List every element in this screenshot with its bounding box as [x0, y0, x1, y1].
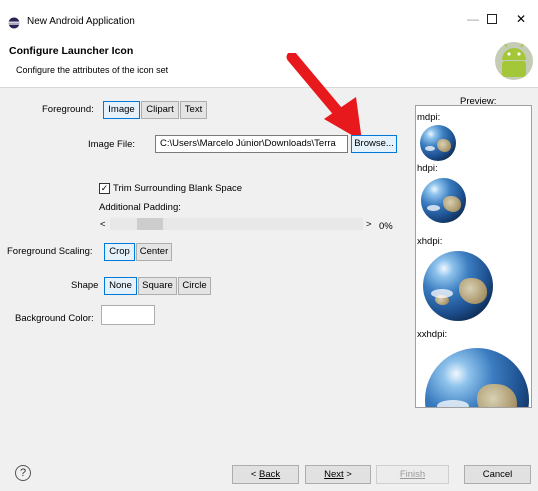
- next-suffix: >: [343, 469, 352, 480]
- maximize-icon: [487, 14, 497, 24]
- foreground-image-button[interactable]: Image: [103, 101, 140, 119]
- next-label: Next: [324, 469, 344, 480]
- wizard-header: Configure Launcher Icon Configure the at…: [0, 34, 538, 88]
- preview-xxhdpi-label: xxhdpi:: [417, 329, 448, 340]
- shape-label: Shape: [71, 280, 99, 291]
- background-color-label: Background Color:: [15, 313, 94, 324]
- new-android-application-window: New Android Application — ✕ Configure La…: [0, 0, 538, 491]
- preview-panel: mdpi: hdpi: xhdpi: xxhdpi:: [415, 105, 532, 408]
- android-logo-icon: [495, 42, 533, 80]
- foreground-scaling-label: Foreground Scaling:: [7, 246, 93, 257]
- trim-checkbox[interactable]: ✓: [99, 183, 110, 194]
- image-file-label: Image File:: [88, 139, 135, 150]
- shape-square-button[interactable]: Square: [138, 277, 177, 295]
- back-label: Back: [259, 469, 281, 480]
- padding-slider-thumb[interactable]: [137, 218, 163, 230]
- red-arrow-icon: [286, 53, 362, 141]
- slider-right-arrow[interactable]: >: [366, 219, 372, 230]
- window-title: New Android Application: [27, 16, 135, 27]
- eclipse-icon: [8, 17, 20, 29]
- trim-checkbox-label: Trim Surrounding Blank Space: [113, 183, 243, 194]
- foreground-text-button[interactable]: Text: [180, 101, 207, 119]
- additional-padding-label: Additional Padding:: [99, 202, 181, 213]
- maximize-button[interactable]: [474, 10, 510, 28]
- slider-left-arrow[interactable]: <: [100, 219, 106, 230]
- preview-xhdpi-label: xhdpi:: [417, 236, 443, 247]
- shape-circle-button[interactable]: Circle: [178, 277, 211, 295]
- finish-button[interactable]: Finish: [376, 465, 449, 484]
- preview-xxhdpi-icon: [425, 348, 529, 407]
- finish-label: Finish: [399, 469, 426, 480]
- foreground-label: Foreground:: [42, 104, 94, 115]
- preview-mdpi-icon: [420, 125, 456, 161]
- browse-button[interactable]: Browse...: [351, 135, 397, 153]
- cancel-button[interactable]: Cancel: [464, 465, 531, 484]
- title-bar: New Android Application — ✕: [0, 0, 538, 34]
- back-prefix: <: [250, 469, 260, 480]
- page-subtitle: Configure the attributes of the icon set: [16, 65, 169, 75]
- back-button[interactable]: < Back: [232, 465, 299, 484]
- help-icon[interactable]: ?: [15, 465, 31, 481]
- close-button[interactable]: ✕: [506, 10, 536, 28]
- preview-hdpi-label: hdpi:: [417, 163, 438, 174]
- preview-xhdpi-icon: [423, 251, 493, 321]
- preview-hdpi-icon: [421, 178, 466, 223]
- foreground-clipart-button[interactable]: Clipart: [141, 101, 179, 119]
- next-button[interactable]: Next >: [305, 465, 371, 484]
- scaling-center-button[interactable]: Center: [136, 243, 172, 261]
- preview-mdpi-label: mdpi:: [417, 112, 441, 123]
- shape-none-button[interactable]: None: [104, 277, 137, 295]
- background-color-swatch[interactable]: [101, 305, 155, 325]
- padding-value: 0%: [379, 221, 393, 232]
- scaling-crop-button[interactable]: Crop: [104, 243, 135, 261]
- image-file-input[interactable]: C:\Users\Marcelo Júnior\Downloads\Terra: [155, 135, 348, 153]
- page-title: Configure Launcher Icon: [9, 45, 134, 57]
